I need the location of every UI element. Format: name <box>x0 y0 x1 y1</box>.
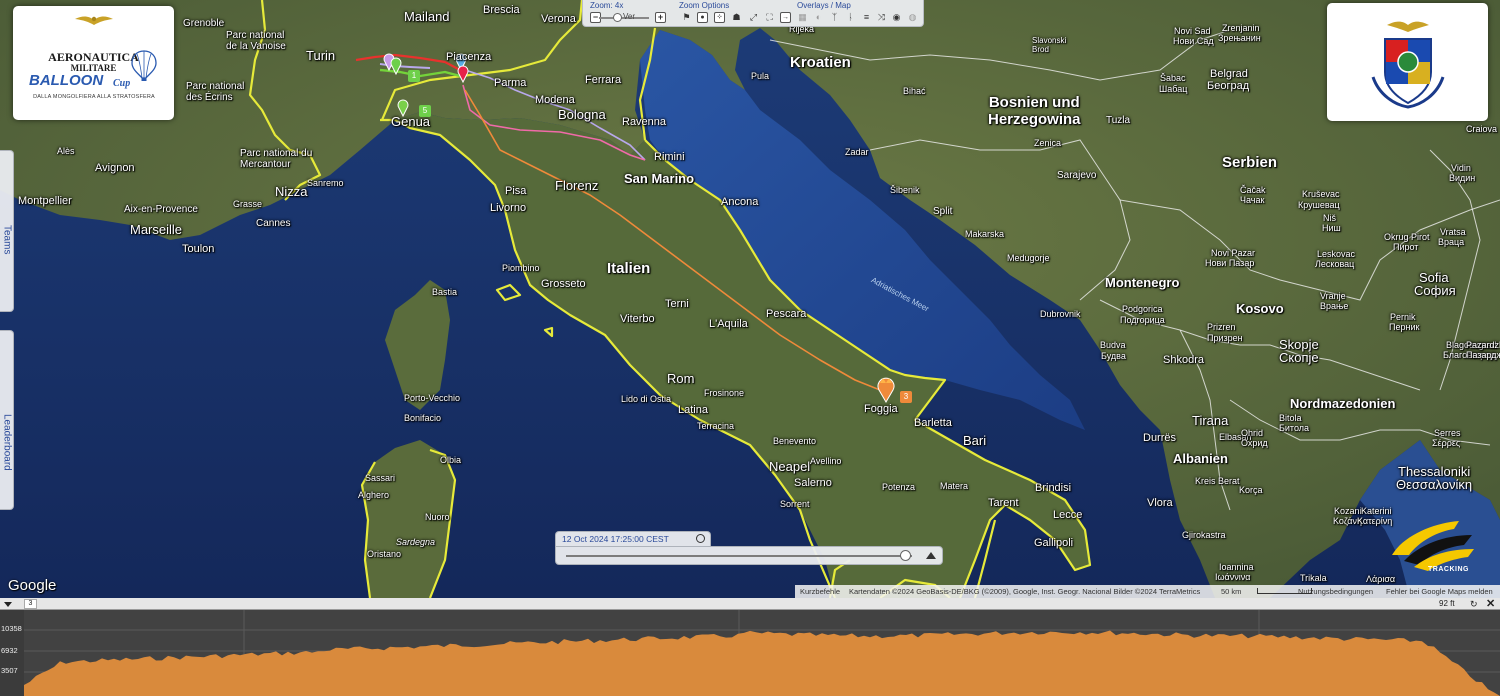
altitude-tick: 6932 <box>1 646 18 655</box>
altitude-count[interactable]: 3 <box>24 599 37 609</box>
time-slider-body <box>555 546 943 565</box>
flag-icon[interactable]: ⚑ <box>681 12 692 23</box>
report-link[interactable]: Fehler bei Google Maps melden <box>1386 585 1493 598</box>
time-slider-knob[interactable] <box>900 550 912 561</box>
group-icon[interactable]: ☗ <box>731 12 742 23</box>
contrast-icon[interactable]: ◐ <box>813 12 824 23</box>
altitude-current: 92 ft <box>1439 599 1455 608</box>
close-icon[interactable]: ✕ <box>1486 598 1495 610</box>
eagle-emblem-icon <box>75 16 113 25</box>
map-data-text: Kartendaten ©2024 GeoBasis-DE/BKG (©2009… <box>849 587 1201 596</box>
map-view[interactable]: 1 5 3 Kroatien Bosnien und Herzegowina S… <box>0 0 1500 598</box>
timestamp: 12 Oct 2024 17:25:00 CEST <box>562 534 669 544</box>
zoom-options-label: Zoom Options <box>679 1 730 10</box>
air-force-crest <box>1327 3 1488 121</box>
tracking-app: 1 5 3 Kroatien Bosnien und Herzegowina S… <box>0 0 1500 696</box>
wind-icon[interactable]: ᛉ <box>829 12 840 23</box>
tab-teams[interactable]: Teams <box>0 150 14 312</box>
zoom-label: Zoom: 4x <box>590 1 624 10</box>
shortcuts-link[interactable]: Kurzbefehle <box>800 585 840 598</box>
altitude-tick: 10358 <box>1 624 22 633</box>
fit-all-icon[interactable]: ⁘ <box>714 12 725 23</box>
refresh-icon[interactable]: ↻ <box>1470 599 1478 609</box>
clock-icon[interactable] <box>696 534 705 543</box>
yb-tracking-text: TRACKING <box>1428 566 1469 573</box>
altitude-header: 3 92 ft ↻ ✕ <box>0 598 1500 610</box>
exit-icon[interactable]: → <box>780 12 791 23</box>
altitude-profile <box>24 630 1500 696</box>
scale-label: 50 km <box>1221 587 1242 596</box>
grid-icon[interactable]: ▦ <box>797 12 808 23</box>
logo-balloon-text: BALLOON <box>29 72 104 89</box>
zoom-value: Ver <box>623 12 636 21</box>
labels-icon[interactable]: ≡ <box>861 12 872 23</box>
altitude-panel: 3 92 ft ↻ ✕ 10358 6932 3507 <box>0 598 1500 696</box>
google-logo[interactable]: Google <box>8 577 56 594</box>
tab-leaderboard-label: Leaderboard <box>1 414 13 471</box>
altitude-axis: 10358 6932 3507 <box>0 610 24 696</box>
expand-icon[interactable]: ⛶ <box>764 12 775 23</box>
time-header: 12 Oct 2024 17:25:00 CEST <box>555 531 711 546</box>
balloon-icon <box>131 50 157 81</box>
logo-tagline: DALLA MONGOLFIERA ALLA STRATOSFERA <box>33 94 155 100</box>
event-logo: AERONAUTICA MILITARE BALLOON Cup DALLA M… <box>13 6 174 120</box>
triangle-up-icon[interactable] <box>926 552 936 559</box>
tab-leaderboard[interactable]: Leaderboard <box>0 330 14 510</box>
map-canvas <box>0 0 1500 598</box>
plus-icon[interactable]: + <box>655 12 666 23</box>
crest-icon <box>1371 21 1445 109</box>
altitude-tick: 3507 <box>1 666 18 675</box>
time-panel: 12 Oct 2024 17:25:00 CEST <box>555 531 943 565</box>
collapse-triangle-icon[interactable] <box>4 602 12 607</box>
shuffle-icon[interactable]: ⤨ <box>876 12 887 23</box>
overlays-label: Overlays / Map <box>797 1 851 10</box>
altitude-chart[interactable] <box>24 610 1500 696</box>
fullscreen-icon[interactable]: ⤢ <box>748 12 759 23</box>
time-slider-track[interactable] <box>566 555 912 557</box>
terms-link[interactable]: Nutzungsbedingungen <box>1298 585 1373 598</box>
map-toolbar: Zoom: 4x Zoom Options Overlays / Map − V… <box>582 0 924 27</box>
center-icon[interactable]: ● <box>697 12 708 23</box>
logo-cup-text: Cup <box>113 78 131 89</box>
tab-teams-label: Teams <box>1 225 13 255</box>
zoom-slider-knob[interactable] <box>613 13 622 22</box>
globe-icon[interactable]: ◉ <box>891 12 902 23</box>
flight-icon[interactable]: ᚿ <box>845 12 856 23</box>
map-attribution: Kurzbefehle Kartendaten ©2024 GeoBasis-D… <box>795 585 1500 598</box>
satellite-icon[interactable]: ◍ <box>907 12 918 23</box>
